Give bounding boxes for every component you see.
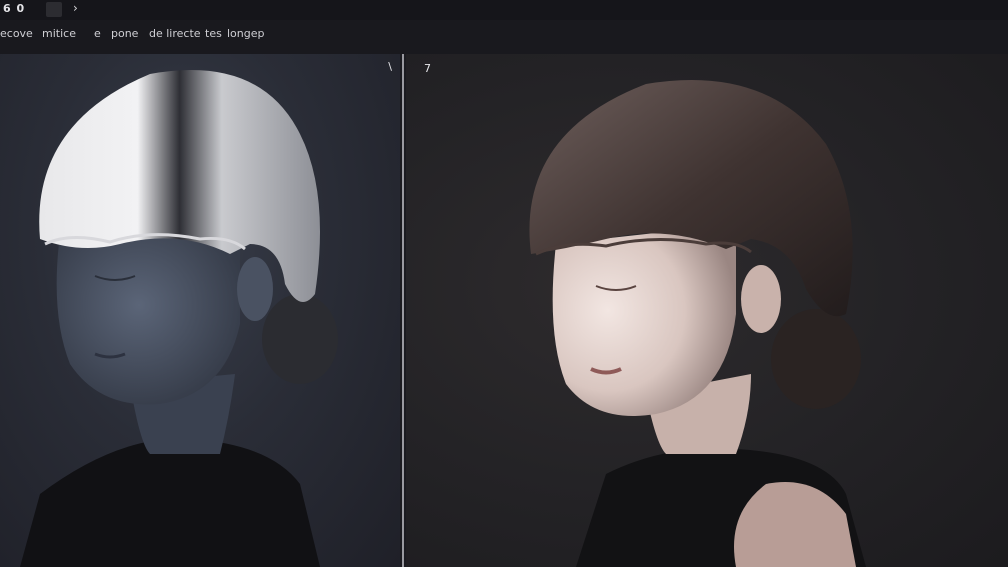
- portrait-monochrome-image: [20, 70, 338, 567]
- menu-item-5[interactable]: de lirecte: [149, 27, 201, 40]
- menu-item-2[interactable]: mitice: [42, 27, 76, 40]
- portrait-color-image: [529, 80, 866, 567]
- left-image-panel[interactable]: \: [0, 54, 400, 567]
- menu-item-1[interactable]: ecove: [0, 27, 33, 40]
- menu-bar: ecove mitice e pone de lirecte tes longe…: [0, 20, 1008, 54]
- image-thumbnail-icon[interactable]: [46, 2, 62, 17]
- panel-corner-icon[interactable]: 7: [424, 62, 431, 75]
- panel-corner-icon[interactable]: \: [388, 60, 392, 73]
- top-toolbar: 6 0 ›: [0, 0, 1008, 20]
- menu-item-3[interactable]: e: [94, 27, 101, 40]
- toolbar-label: 6 0: [3, 2, 26, 15]
- menu-item-6[interactable]: tes: [205, 27, 222, 40]
- menu-item-7[interactable]: longep: [227, 27, 265, 40]
- chevron-right-icon[interactable]: ›: [73, 1, 78, 15]
- right-image-panel[interactable]: 7: [406, 54, 1008, 567]
- menu-item-4[interactable]: pone: [111, 27, 138, 40]
